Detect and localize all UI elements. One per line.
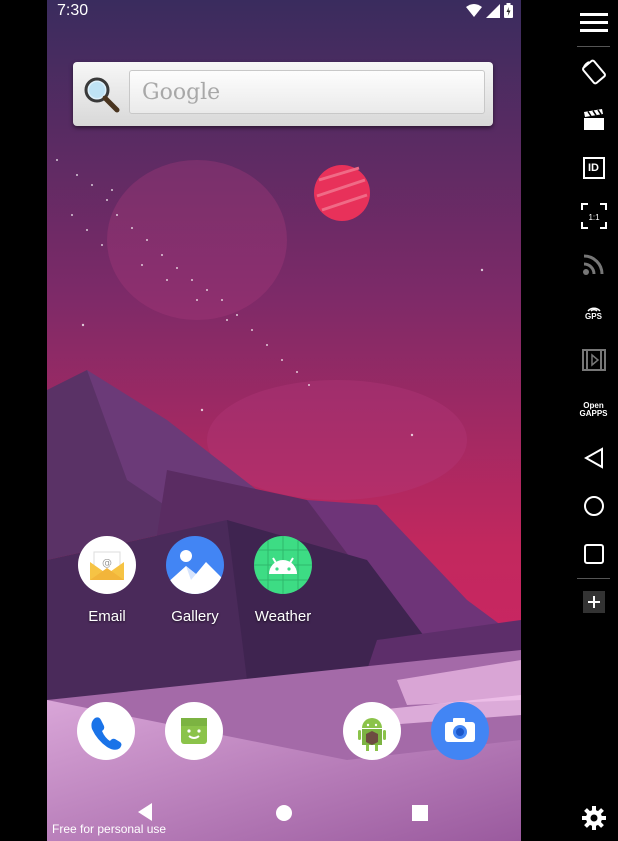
recents-square-icon	[583, 544, 604, 564]
signal-icon	[486, 3, 500, 18]
magnifier-icon	[84, 77, 120, 113]
android-app-icon[interactable]	[343, 702, 401, 760]
home-button[interactable]	[569, 490, 618, 522]
screen-record-button[interactable]	[569, 104, 618, 136]
watermark-text: Free for personal use	[52, 822, 167, 836]
messaging-app-icon[interactable]	[165, 702, 223, 760]
back-triangle-icon	[583, 447, 603, 469]
rotate-button[interactable]	[569, 56, 618, 88]
back-nav-icon[interactable]	[136, 802, 154, 822]
gps-button[interactable]: GPS	[569, 296, 618, 328]
home-circle-icon	[583, 496, 604, 516]
status-icons	[466, 3, 513, 18]
open-gapps-label: Open GAPPS	[579, 401, 608, 418]
recents-button[interactable]	[569, 538, 618, 570]
app-weather[interactable]: Weather	[243, 536, 323, 625]
add-button[interactable]	[569, 588, 618, 616]
media-button[interactable]	[569, 344, 618, 376]
cast-icon	[582, 254, 603, 275]
status-time: 7:30	[57, 2, 89, 19]
battery-icon	[504, 3, 513, 18]
plus-icon	[582, 591, 605, 613]
wifi-icon	[466, 3, 482, 17]
id-icon: ID	[582, 157, 605, 179]
home-nav-icon[interactable]	[275, 804, 293, 822]
google-search-widget[interactable]: Google	[73, 62, 493, 126]
pixel-perfect-button[interactable]: 1:1	[569, 200, 618, 232]
app-email[interactable]: @ Email	[67, 536, 147, 625]
app-gallery[interactable]: Gallery	[155, 536, 235, 625]
recents-nav-icon[interactable]	[411, 804, 429, 822]
camera-app-icon[interactable]	[431, 702, 489, 760]
toolbar-separator	[577, 578, 610, 579]
open-gapps-button[interactable]: Open GAPPS	[569, 392, 618, 428]
weather-icon	[254, 536, 312, 594]
device-identifiers-button[interactable]: ID	[569, 152, 618, 184]
back-button[interactable]	[569, 442, 618, 474]
clapperboard-icon	[583, 109, 604, 130]
pixel-perfect-icon: 1:1	[580, 203, 607, 229]
gear-icon	[581, 806, 606, 830]
rotate-icon	[581, 59, 606, 85]
search-placeholder: Google	[142, 80, 221, 105]
svg-text:@: @	[102, 558, 112, 569]
emulator-toolbar: ID 1:1 GPS Open GAPPS	[569, 0, 618, 841]
email-icon: @	[78, 536, 136, 594]
status-bar: 7:30	[47, 0, 521, 24]
menu-button[interactable]	[569, 8, 618, 36]
gps-signal-icon	[586, 307, 601, 312]
android-screen: 7:30 Google @ Email Gallery Weather Free…	[47, 0, 521, 841]
app-label-weather: Weather	[254, 608, 312, 625]
pixel-perfect-label: 1:1	[588, 213, 600, 222]
app-label-gallery: Gallery	[171, 608, 219, 625]
phone-app-icon[interactable]	[77, 702, 135, 760]
toolbar-separator	[577, 46, 610, 47]
gallery-icon	[166, 536, 224, 594]
search-input[interactable]: Google	[129, 70, 485, 114]
cast-button[interactable]	[569, 248, 618, 280]
app-label-email: Email	[88, 608, 126, 625]
gps-label: GPS	[585, 311, 602, 321]
film-play-icon	[581, 349, 606, 371]
hamburger-icon	[579, 13, 608, 32]
settings-button[interactable]	[569, 802, 618, 834]
